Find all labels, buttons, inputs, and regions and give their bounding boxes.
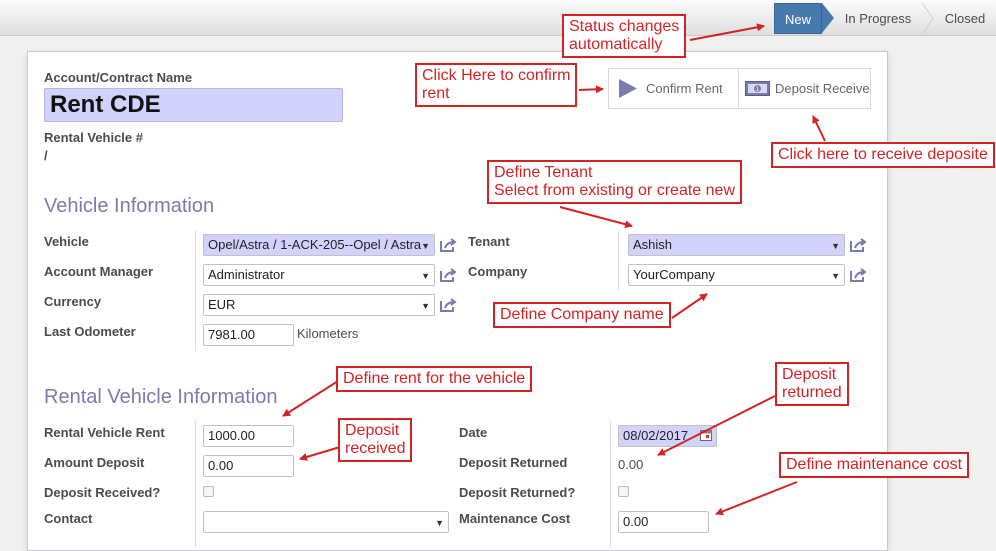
annotation-deposit-received: Deposit received xyxy=(338,418,413,462)
external-link-icon[interactable] xyxy=(849,267,867,283)
amount-deposit-label: Amount Deposit xyxy=(44,455,145,470)
annotation-text: Deposit xyxy=(345,422,400,439)
maintenance-cost-input[interactable]: 0.00 xyxy=(618,511,709,533)
rental-vehicle-no-value: / xyxy=(44,148,48,163)
annotation-text: returned xyxy=(782,384,842,401)
deposit-returned-checkbox[interactable] xyxy=(618,486,629,497)
deposit-receive-button[interactable]: 1 Deposit Receive xyxy=(740,69,871,108)
tenant-value: Ashish xyxy=(633,238,673,252)
company-value: YourCompany xyxy=(633,268,715,282)
contact-select[interactable]: ▼ xyxy=(203,511,449,533)
stage-in-progress[interactable]: In Progress xyxy=(834,3,922,34)
date-input[interactable]: 08/02/2017 xyxy=(618,425,717,447)
odometer-unit: Kilometers xyxy=(297,326,359,341)
deposit-received-checkbox[interactable] xyxy=(203,486,214,497)
chevron-down-icon: ▼ xyxy=(421,301,430,311)
chevron-down-icon: ▼ xyxy=(421,271,430,281)
annotation-confirm: Click Here to confirm rent xyxy=(415,63,578,107)
date-value: 08/02/2017 xyxy=(623,429,689,443)
svg-text:1: 1 xyxy=(756,86,760,93)
tenant-select[interactable]: Ashish ▼ xyxy=(628,234,845,256)
rental-rent-value: 1000.00 xyxy=(208,429,255,443)
play-icon xyxy=(619,79,637,98)
rental-rent-label: Rental Vehicle Rent xyxy=(44,425,165,440)
deposit-returned-label: Deposit Returned xyxy=(459,455,568,470)
company-label: Company xyxy=(468,264,528,279)
header-button-box: Confirm Rent 1 Deposit Receive xyxy=(608,68,871,109)
column-divider xyxy=(610,420,611,547)
chevron-down-icon: ▼ xyxy=(435,518,444,528)
stage-new-arrow xyxy=(822,3,834,33)
annotation-text: Define rent for the vehicle xyxy=(343,370,526,387)
contract-name-label: Account/Contract Name xyxy=(44,70,193,85)
deposit-returned-value: 0.00 xyxy=(618,457,644,472)
annotation-text: Define Company name xyxy=(500,306,664,323)
vehicle-select[interactable]: Opel/Astra / 1-ACK-205--Opel / Astra ▼ xyxy=(203,234,435,256)
annotation-status: Status changes automatically xyxy=(562,14,687,58)
maintenance-cost-label: Maintenance Cost xyxy=(459,511,571,526)
annotation-deposit-receive: Click here to receive deposite xyxy=(771,142,995,168)
section-rental-vehicle-information: Rental Vehicle Information xyxy=(44,386,278,408)
amount-deposit-input[interactable]: 0.00 xyxy=(203,455,294,477)
section-vehicle-information: Vehicle Information xyxy=(44,195,215,217)
calendar-icon[interactable] xyxy=(700,430,712,441)
maintenance-cost-value: 0.00 xyxy=(623,515,649,529)
annotation-text: Click here to receive deposite xyxy=(778,146,988,163)
annotation-text: rent xyxy=(422,85,450,102)
last-odometer-label: Last Odometer xyxy=(44,324,136,339)
annotation-maintenance: Define maintenance cost xyxy=(779,452,970,478)
deposit-received-label: Deposit Received? xyxy=(44,485,161,500)
annotation-text: Click Here to confirm xyxy=(422,67,571,84)
annotation-company: Define Company name xyxy=(493,302,671,328)
annotation-text: Deposit xyxy=(782,366,837,383)
confirm-rent-button[interactable]: Confirm Rent xyxy=(609,69,739,108)
tenant-label: Tenant xyxy=(468,234,510,249)
annotation-text: Status changes xyxy=(569,18,680,35)
annotation-tenant: Define Tenant Select from existing or cr… xyxy=(487,160,742,204)
currency-select[interactable]: EUR ▼ xyxy=(203,294,435,316)
external-link-icon[interactable] xyxy=(849,237,867,253)
annotation-rent: Define rent for the vehicle xyxy=(336,366,533,392)
annotation-text: automatically xyxy=(569,36,663,53)
money-icon: 1 xyxy=(745,81,770,96)
stage-separator-chevron xyxy=(922,3,934,34)
vehicle-label: Vehicle xyxy=(44,234,89,249)
stage-new[interactable]: New xyxy=(774,3,822,34)
annotation-text: Define maintenance cost xyxy=(786,456,963,473)
external-link-icon[interactable] xyxy=(439,237,457,253)
currency-label: Currency xyxy=(44,294,102,309)
external-link-icon[interactable] xyxy=(439,297,457,313)
odometer-input[interactable]: 7981.00 xyxy=(203,324,294,346)
column-divider xyxy=(195,230,196,350)
column-divider xyxy=(195,420,196,547)
account-manager-select[interactable]: Administrator ▼ xyxy=(203,264,435,286)
currency-value: EUR xyxy=(208,298,236,312)
annotation-text: Define Tenant xyxy=(494,164,593,181)
external-link-icon[interactable] xyxy=(439,267,457,283)
deposit-receive-label: Deposit Receive xyxy=(775,81,870,96)
column-divider xyxy=(618,230,619,290)
account-manager-label: Account Manager xyxy=(44,264,154,279)
odometer-value: 7981.00 xyxy=(208,328,255,342)
company-select[interactable]: YourCompany ▼ xyxy=(628,264,845,286)
account-manager-value: Administrator xyxy=(208,268,285,282)
chevron-down-icon: ▼ xyxy=(831,241,840,251)
annotation-text: received xyxy=(345,440,406,457)
annotation-deposit-returned: Deposit returned xyxy=(775,362,849,406)
contact-label: Contact xyxy=(44,511,93,526)
vehicle-value: Opel/Astra / 1-ACK-205--Opel / Astra xyxy=(208,238,422,252)
rental-vehicle-no-label: Rental Vehicle # xyxy=(44,130,143,145)
date-label: Date xyxy=(459,425,488,440)
confirm-rent-label: Confirm Rent xyxy=(646,81,723,96)
amount-deposit-value: 0.00 xyxy=(208,459,234,473)
annotation-text: Select from existing or create new xyxy=(494,182,735,199)
contract-name-input[interactable]: Rent CDE xyxy=(44,88,343,122)
chevron-down-icon: ▼ xyxy=(421,241,430,251)
deposit-returned-question-label: Deposit Returned? xyxy=(459,485,576,500)
stage-closed[interactable]: Closed xyxy=(934,3,996,34)
form-sheet xyxy=(27,51,888,551)
chevron-down-icon: ▼ xyxy=(831,271,840,281)
rental-rent-input[interactable]: 1000.00 xyxy=(203,425,294,447)
